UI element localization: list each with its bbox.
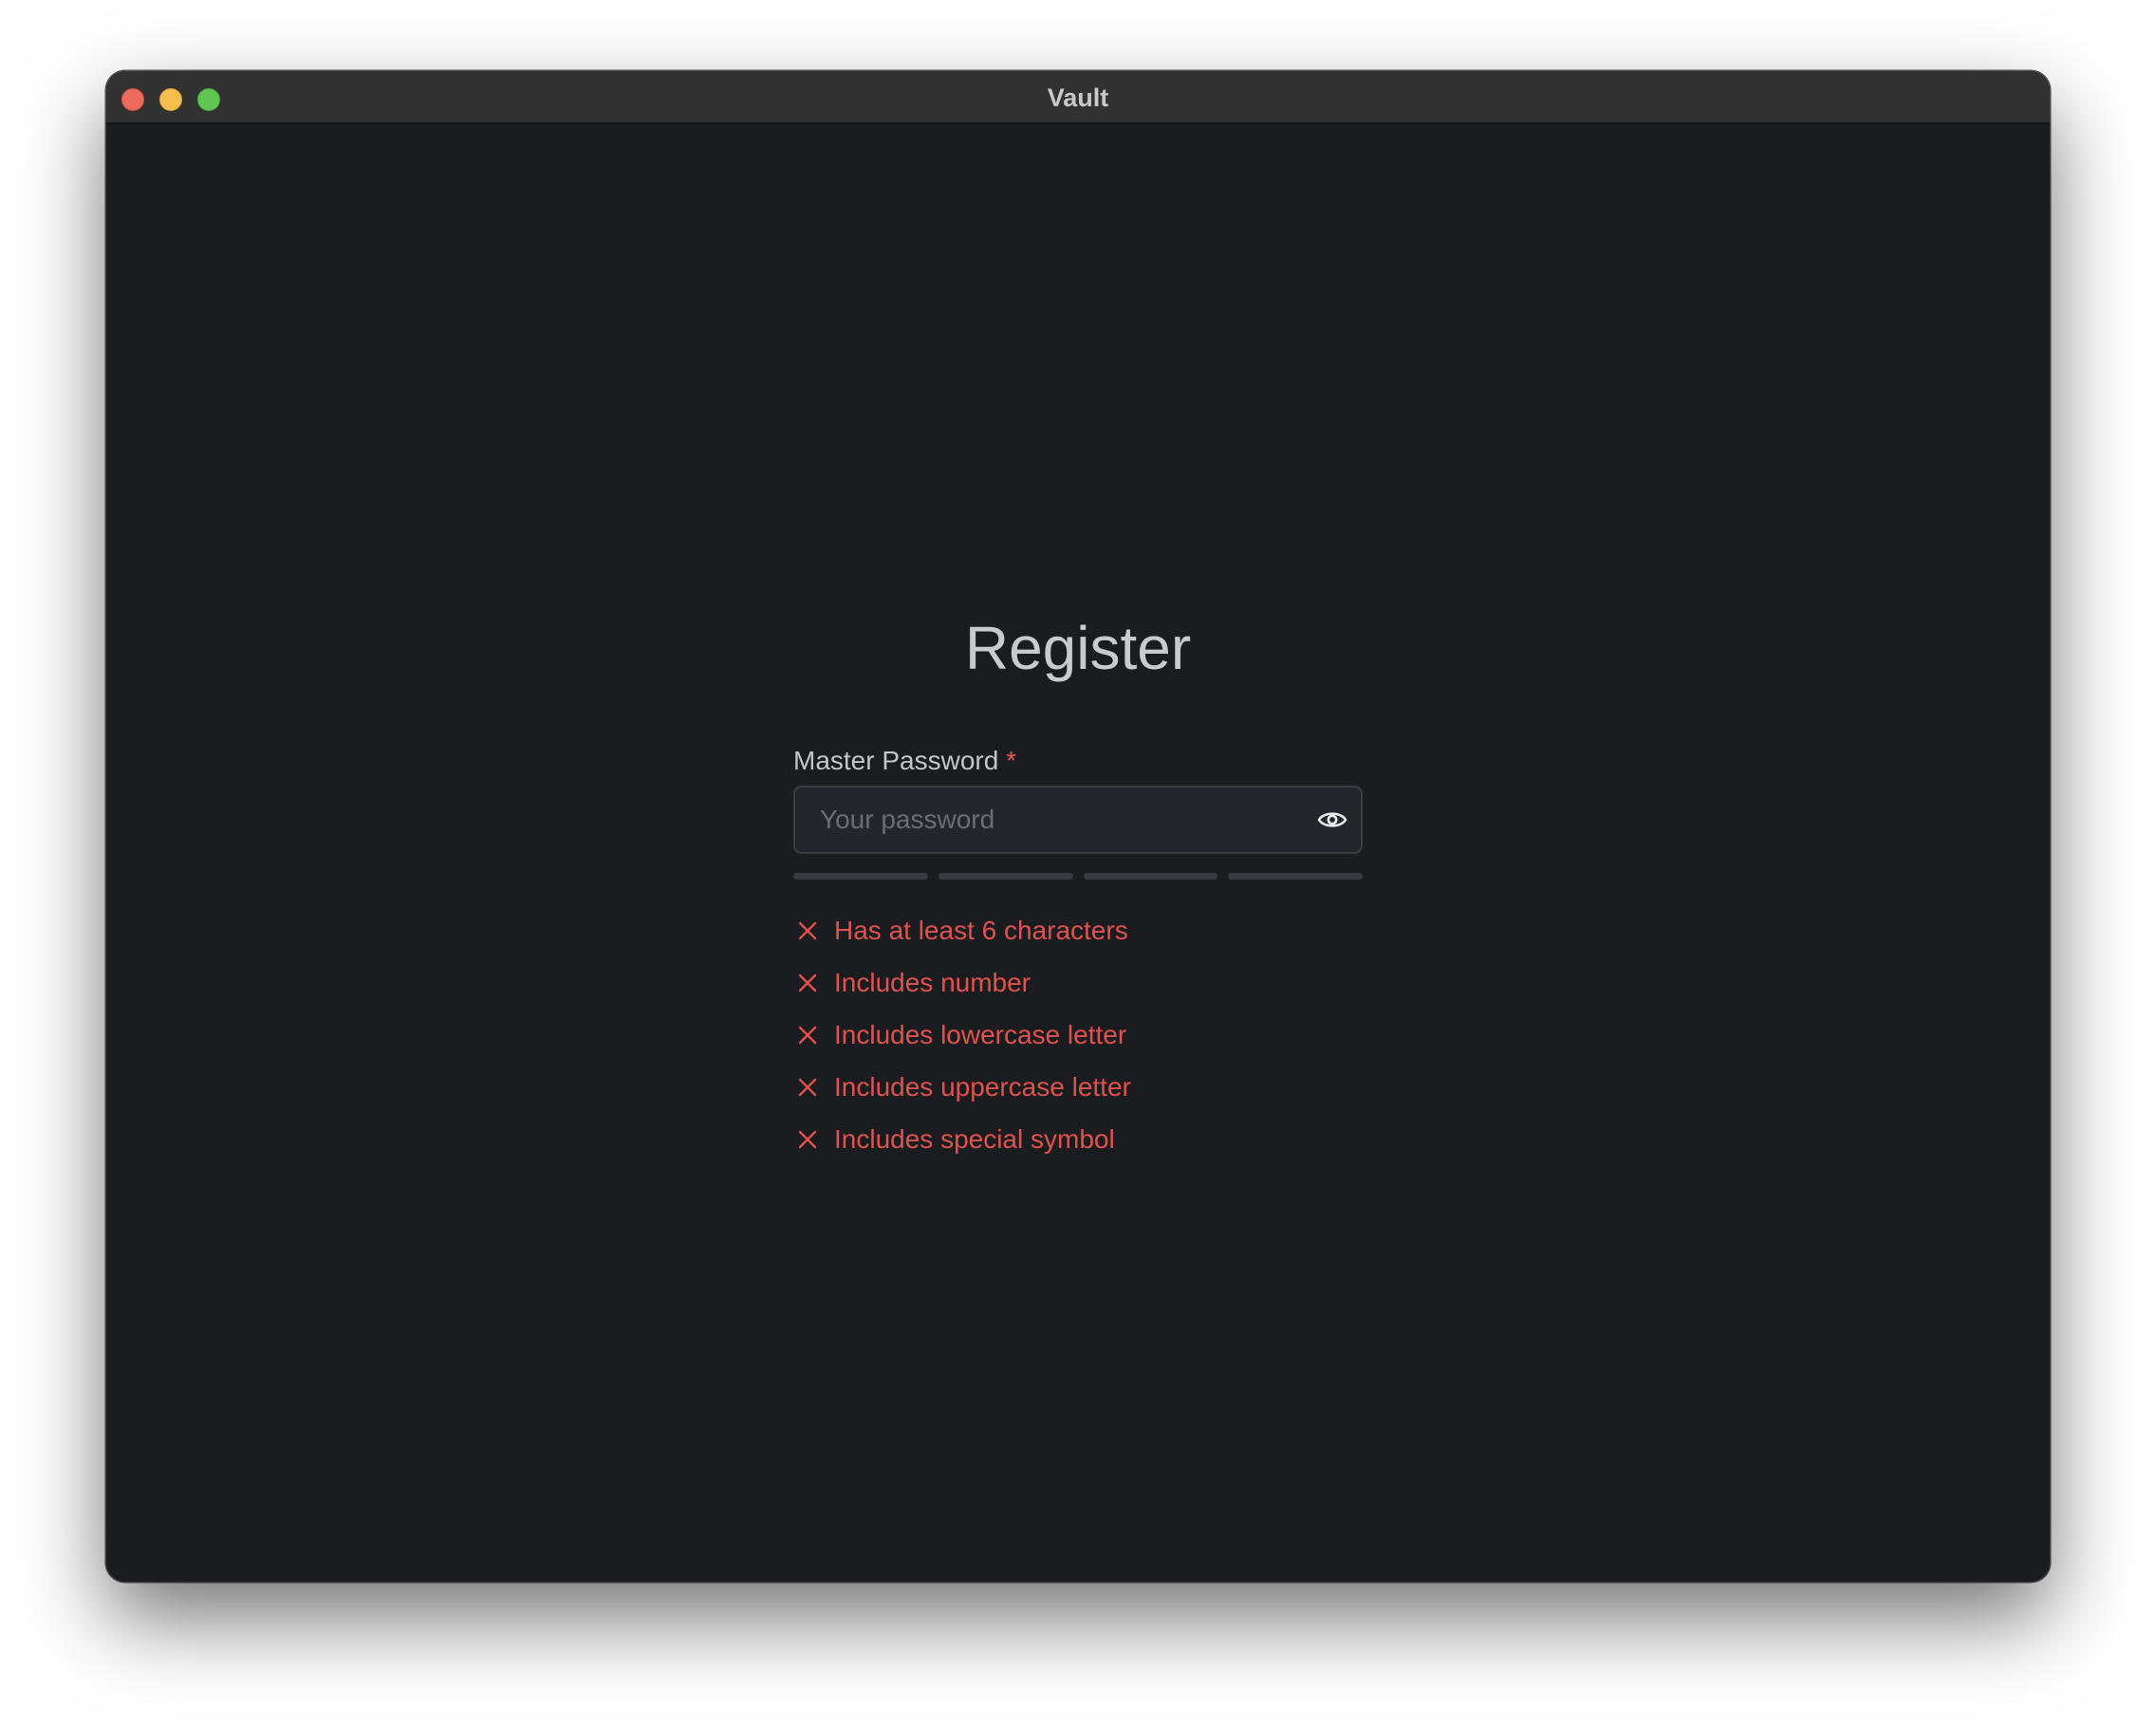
password-label: Master Password *	[793, 745, 1363, 777]
register-form: Master Password * Has at least 6 charact…	[793, 745, 1363, 1165]
eye-icon[interactable]	[1317, 805, 1348, 835]
requirement-label: Includes special symbol	[834, 1123, 1115, 1154]
x-icon	[798, 973, 817, 991]
requirement-item: Includes uppercase letter	[793, 1061, 1363, 1113]
x-icon	[798, 1130, 817, 1148]
requirement-item: Includes number	[793, 956, 1363, 1009]
window-title: Vault	[1047, 83, 1109, 112]
password-requirements-list: Has at least 6 characters Includes numbe…	[793, 904, 1363, 1165]
strength-segment	[1228, 873, 1363, 880]
required-marker: *	[1006, 746, 1016, 775]
x-icon	[798, 1078, 817, 1096]
title-bar: Vault	[106, 71, 2050, 124]
requirement-item: Includes special symbol	[793, 1113, 1363, 1165]
strength-segment	[938, 873, 1073, 880]
x-icon	[798, 921, 817, 939]
requirement-label: Includes lowercase letter	[834, 1019, 1127, 1049]
app-window: Vault Register Master Password * Has at …	[106, 71, 2050, 1582]
strength-segment	[1083, 873, 1218, 880]
page-title: Register	[964, 614, 1192, 682]
requirement-label: Includes number	[834, 967, 1032, 997]
password-label-text: Master Password	[793, 746, 999, 775]
password-field-wrapper	[793, 786, 1363, 854]
requirement-item: Includes lowercase letter	[793, 1009, 1363, 1061]
password-strength-meter	[793, 873, 1363, 880]
master-password-input[interactable]	[795, 787, 1289, 852]
register-view: Register Master Password * Has at least …	[106, 124, 2050, 1582]
strength-segment	[793, 873, 928, 880]
x-icon	[798, 1026, 817, 1044]
requirement-item: Has at least 6 characters	[793, 904, 1363, 956]
requirement-label: Has at least 6 characters	[834, 915, 1128, 945]
requirement-label: Includes uppercase letter	[834, 1071, 1131, 1102]
